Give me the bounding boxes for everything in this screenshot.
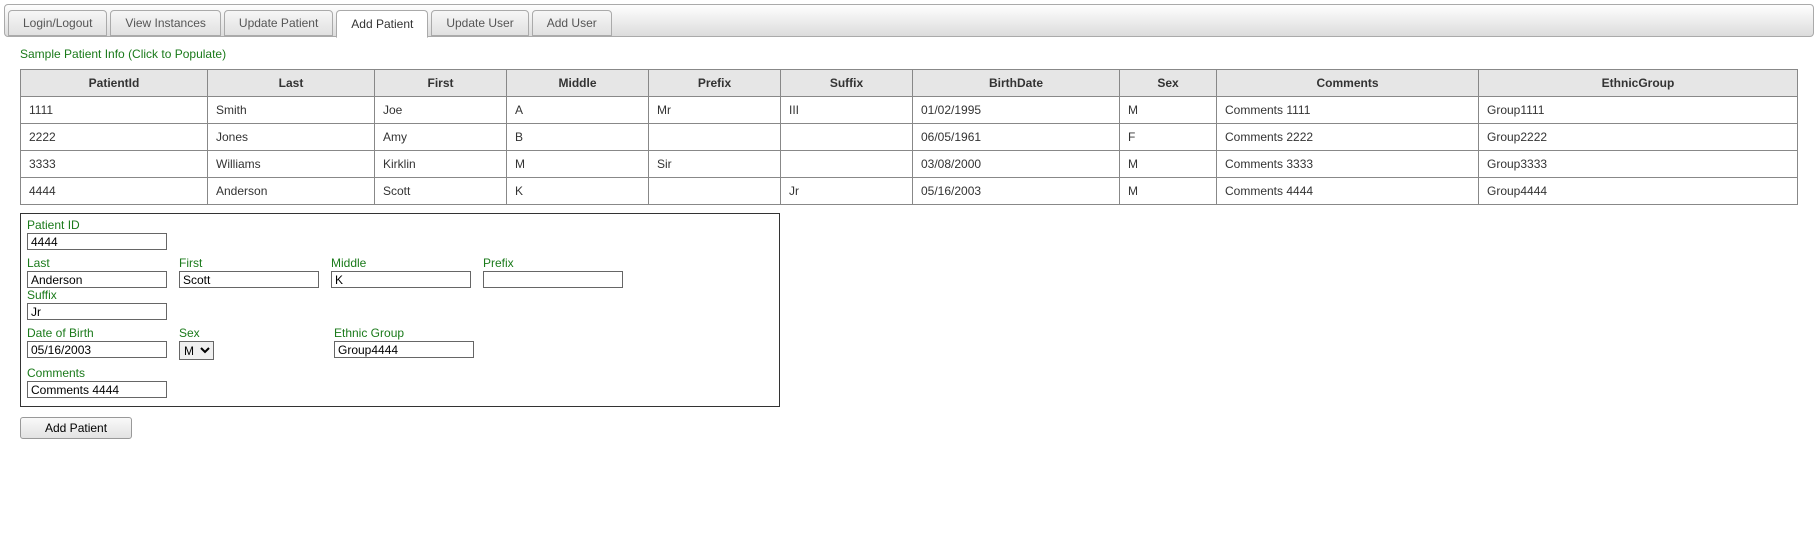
- col-middle: Middle: [507, 70, 649, 97]
- table-cell[interactable]: M: [507, 151, 649, 178]
- label-suffix: Suffix: [27, 288, 167, 302]
- label-dob: Date of Birth: [27, 326, 167, 340]
- sex-select[interactable]: MF: [179, 341, 214, 360]
- patient-id-input[interactable]: [27, 233, 167, 250]
- col-sex: Sex: [1120, 70, 1217, 97]
- table-cell[interactable]: [781, 151, 913, 178]
- table-cell[interactable]: [649, 178, 781, 205]
- patient-form: Patient ID Last First Middle Prefix: [20, 213, 780, 407]
- col-comments: Comments: [1217, 70, 1479, 97]
- table-cell[interactable]: Group2222: [1479, 124, 1798, 151]
- tab-update-patient[interactable]: Update Patient: [224, 10, 333, 36]
- label-sex: Sex: [179, 326, 214, 340]
- table-cell[interactable]: K: [507, 178, 649, 205]
- table-cell[interactable]: Group3333: [1479, 151, 1798, 178]
- table-cell[interactable]: Joe: [375, 97, 507, 124]
- table-cell[interactable]: Jr: [781, 178, 913, 205]
- table-cell[interactable]: Comments 1111: [1217, 97, 1479, 124]
- table-cell[interactable]: Mr: [649, 97, 781, 124]
- prefix-input[interactable]: [483, 271, 623, 288]
- table-cell[interactable]: 03/08/2000: [913, 151, 1120, 178]
- table-row[interactable]: 1111SmithJoeAMrIII01/02/1995MComments 11…: [21, 97, 1798, 124]
- table-cell[interactable]: Group4444: [1479, 178, 1798, 205]
- label-comments: Comments: [27, 366, 167, 380]
- table-row[interactable]: 2222JonesAmyB 06/05/1961FComments 2222Gro…: [21, 124, 1798, 151]
- table-row[interactable]: 4444AndersonScottK Jr05/16/2003MComments …: [21, 178, 1798, 205]
- table-cell[interactable]: Comments 4444: [1217, 178, 1479, 205]
- table-cell[interactable]: M: [1120, 178, 1217, 205]
- table-cell[interactable]: Amy: [375, 124, 507, 151]
- table-cell[interactable]: 06/05/1961: [913, 124, 1120, 151]
- suffix-input[interactable]: [27, 303, 167, 320]
- table-cell[interactable]: Kirklin: [375, 151, 507, 178]
- label-first: First: [179, 256, 319, 270]
- first-input[interactable]: [179, 271, 319, 288]
- tab-add-patient[interactable]: Add Patient: [336, 10, 428, 38]
- col-last: Last: [208, 70, 375, 97]
- tab-login-logout[interactable]: Login/Logout: [8, 10, 107, 36]
- table-cell[interactable]: F: [1120, 124, 1217, 151]
- table-cell[interactable]: Williams: [208, 151, 375, 178]
- sample-patient-info-link[interactable]: Sample Patient Info (Click to Populate): [20, 47, 1818, 61]
- table-cell[interactable]: A: [507, 97, 649, 124]
- patient-sample-table: PatientId Last First Middle Prefix Suffi…: [20, 69, 1798, 205]
- table-cell[interactable]: Comments 2222: [1217, 124, 1479, 151]
- table-row[interactable]: 3333WilliamsKirklinMSir03/08/2000MCommen…: [21, 151, 1798, 178]
- table-cell[interactable]: B: [507, 124, 649, 151]
- table-cell[interactable]: 4444: [21, 178, 208, 205]
- table-cell[interactable]: Jones: [208, 124, 375, 151]
- label-last: Last: [27, 256, 167, 270]
- col-suffix: Suffix: [781, 70, 913, 97]
- tab-bar: Login/Logout View Instances Update Patie…: [4, 4, 1814, 37]
- table-cell[interactable]: M: [1120, 151, 1217, 178]
- col-first: First: [375, 70, 507, 97]
- table-cell[interactable]: Scott: [375, 178, 507, 205]
- table-cell[interactable]: 05/16/2003: [913, 178, 1120, 205]
- dob-input[interactable]: [27, 341, 167, 358]
- tab-view-instances[interactable]: View Instances: [110, 10, 221, 36]
- table-cell[interactable]: Anderson: [208, 178, 375, 205]
- tab-update-user[interactable]: Update User: [431, 10, 528, 36]
- add-patient-button[interactable]: Add Patient: [20, 417, 132, 439]
- comments-input[interactable]: [27, 381, 167, 398]
- label-middle: Middle: [331, 256, 471, 270]
- table-cell[interactable]: [781, 124, 913, 151]
- label-patient-id: Patient ID: [27, 218, 167, 232]
- table-cell[interactable]: M: [1120, 97, 1217, 124]
- table-cell[interactable]: [649, 124, 781, 151]
- middle-input[interactable]: [331, 271, 471, 288]
- table-cell[interactable]: 1111: [21, 97, 208, 124]
- table-cell[interactable]: Group1111: [1479, 97, 1798, 124]
- ethnic-input[interactable]: [334, 341, 474, 358]
- table-cell[interactable]: III: [781, 97, 913, 124]
- col-prefix: Prefix: [649, 70, 781, 97]
- table-cell[interactable]: 2222: [21, 124, 208, 151]
- label-ethnic: Ethnic Group: [334, 326, 474, 340]
- table-cell[interactable]: Sir: [649, 151, 781, 178]
- col-birthdate: BirthDate: [913, 70, 1120, 97]
- label-prefix: Prefix: [483, 256, 623, 270]
- table-cell[interactable]: 01/02/1995: [913, 97, 1120, 124]
- col-patientid: PatientId: [21, 70, 208, 97]
- col-ethnicgroup: EthnicGroup: [1479, 70, 1798, 97]
- table-cell[interactable]: Comments 3333: [1217, 151, 1479, 178]
- tab-add-user[interactable]: Add User: [532, 10, 612, 36]
- table-cell[interactable]: 3333: [21, 151, 208, 178]
- last-input[interactable]: [27, 271, 167, 288]
- table-cell[interactable]: Smith: [208, 97, 375, 124]
